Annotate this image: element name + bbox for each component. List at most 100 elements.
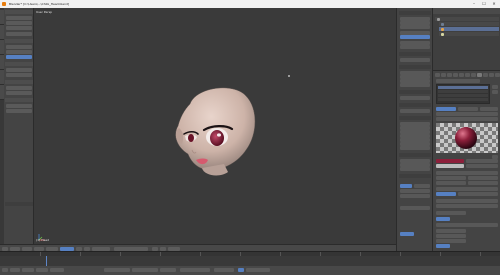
tab-tools[interactable] [0, 10, 4, 25]
redo-button[interactable] [6, 109, 32, 113]
flat-button[interactable] [6, 73, 32, 77]
material-name-field[interactable] [436, 112, 498, 116]
data-layout-button[interactable] [6, 91, 32, 95]
tab-relations[interactable] [0, 40, 4, 55]
end-frame-field[interactable] [132, 268, 158, 272]
timeline-editor[interactable] [0, 251, 500, 275]
modifiers-tab-icon[interactable] [465, 73, 470, 77]
edit-panel-header[interactable] [5, 39, 33, 43]
shadeless-checkbox[interactable] [468, 176, 498, 180]
minimize-button[interactable]: – [469, 0, 479, 8]
cursor-location-field[interactable] [400, 96, 430, 100]
snap-button[interactable] [160, 246, 166, 251]
particles-tab-icon[interactable] [489, 73, 494, 77]
strand-header[interactable] [436, 211, 466, 215]
material-slot-eye[interactable] [438, 90, 488, 93]
assign-button[interactable] [436, 107, 456, 111]
data-transfer-panel-header[interactable] [5, 80, 33, 84]
timeline-view-menu[interactable] [10, 268, 20, 272]
new-layer-button[interactable] [400, 58, 430, 62]
last-operator-panel-header[interactable] [5, 202, 33, 206]
scene-tab-icon[interactable] [447, 73, 452, 77]
shading-header-bar[interactable] [436, 171, 498, 175]
rotation-x-field[interactable] [400, 31, 430, 35]
lens-field[interactable] [400, 71, 430, 75]
location-x-field[interactable] [400, 17, 430, 21]
remove-slot-button[interactable] [492, 90, 498, 94]
snap-element-select[interactable] [168, 246, 180, 251]
transform-header[interactable] [399, 11, 431, 15]
rotation-mode-select[interactable] [400, 35, 430, 39]
display-header[interactable] [399, 116, 431, 120]
world-tab-icon[interactable] [453, 73, 458, 77]
keying-set-select[interactable] [246, 268, 270, 272]
item-name-field[interactable] [400, 109, 430, 113]
editor-type-button[interactable] [2, 246, 8, 251]
add-slot-button[interactable] [492, 85, 498, 89]
motion-tracking-header[interactable] [399, 174, 431, 178]
physics-tab-icon[interactable] [495, 73, 500, 77]
maximize-button[interactable]: ☐ [479, 0, 489, 8]
mirror-button[interactable] [6, 32, 32, 36]
select-menu[interactable] [22, 246, 32, 251]
axis-checkbox[interactable] [400, 146, 430, 150]
shadow-toggle[interactable] [436, 217, 450, 221]
lock-to-object-field[interactable] [400, 75, 430, 79]
diffuse-color-swatch[interactable] [436, 159, 464, 163]
outliner-camera-row[interactable] [439, 22, 499, 26]
location-z-field[interactable] [400, 25, 430, 29]
deselect-button[interactable] [480, 107, 498, 111]
opacity-field[interactable] [400, 206, 430, 210]
z-transparency-button[interactable] [436, 192, 456, 196]
material-type-tabs[interactable] [436, 117, 498, 121]
mode-select[interactable] [60, 246, 74, 251]
mirror-header[interactable] [436, 199, 498, 203]
join-button[interactable] [6, 50, 32, 54]
pivot-select[interactable] [84, 246, 90, 251]
select-button[interactable] [458, 107, 478, 111]
timeline-track[interactable] [0, 256, 500, 266]
transparency-header[interactable] [436, 187, 498, 191]
layers-tab-icon[interactable] [441, 73, 446, 77]
layer-buttons[interactable] [114, 246, 148, 251]
view-menu[interactable] [10, 246, 20, 251]
texture-tab-icon[interactable] [483, 73, 488, 77]
timeline-playback-menu[interactable] [50, 268, 64, 272]
proportional-edit-button[interactable] [152, 246, 158, 251]
translate-button[interactable] [6, 16, 32, 20]
start-frame-field[interactable] [104, 268, 130, 272]
undo-button[interactable] [6, 104, 32, 108]
traceable-checkbox[interactable] [436, 229, 466, 233]
item-header[interactable] [399, 103, 431, 107]
data-button[interactable] [6, 86, 32, 90]
shading-panel-header[interactable] [5, 62, 33, 66]
shading-header[interactable] [399, 153, 431, 157]
object-tab-icon[interactable] [459, 73, 464, 77]
world-background-checkbox[interactable] [400, 126, 430, 130]
grid-floor-checkbox[interactable] [400, 142, 430, 146]
duplicate-button[interactable] [6, 45, 32, 49]
render-tab-icon[interactable] [435, 73, 440, 77]
options-header[interactable] [436, 223, 498, 227]
all-object-origins-checkbox[interactable] [400, 134, 430, 138]
matcap-checkbox[interactable] [400, 163, 430, 167]
textured-solid-checkbox[interactable] [400, 159, 430, 163]
relationship-lines-checkbox[interactable] [400, 138, 430, 142]
add-menu[interactable] [34, 246, 44, 251]
auto-keying-button[interactable] [238, 268, 244, 272]
diffuse-shader-select[interactable] [466, 159, 498, 163]
background-select[interactable] [414, 184, 430, 188]
material-tab-icon[interactable] [477, 73, 482, 77]
clip-end-field[interactable] [400, 83, 430, 87]
shading-select[interactable] [76, 246, 82, 251]
smooth-button[interactable] [6, 68, 32, 72]
tab-physics[interactable] [0, 70, 4, 85]
3d-viewport[interactable]: User Persp (1) Head [34, 8, 396, 244]
tab-animation[interactable] [0, 55, 4, 70]
playback-controls[interactable] [180, 268, 210, 272]
close-button[interactable]: ✕ [489, 0, 499, 8]
tab-create[interactable] [0, 25, 4, 40]
set-origin-button[interactable] [6, 55, 32, 59]
rotate-button[interactable] [6, 21, 32, 25]
material-slot-mouth[interactable] [438, 94, 488, 97]
